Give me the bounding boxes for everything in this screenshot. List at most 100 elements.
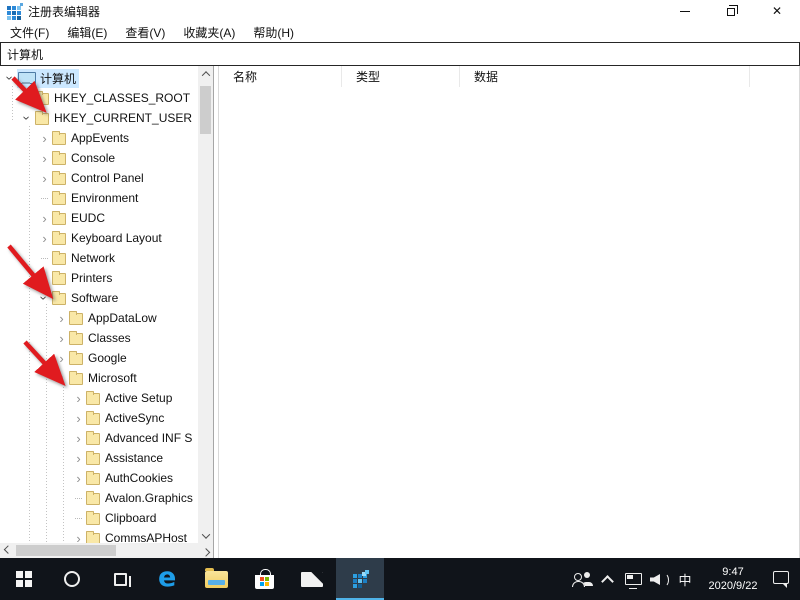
close-button[interactable]: ✕	[754, 0, 800, 22]
tree-item-row-avalon-graphics[interactable]: Avalon.Graphics	[85, 490, 196, 506]
tree-item-row-authcookies[interactable]: AuthCookies	[85, 470, 176, 486]
tree-vertical-scrollbar[interactable]	[198, 66, 213, 543]
tree-item-hkey-current-user[interactable]: HKEY_CURRENT_USER	[0, 108, 198, 128]
scroll-up-button[interactable]	[198, 66, 213, 81]
menu-item-view[interactable]: 查看(V)	[116, 22, 174, 43]
tree-item-active-setup[interactable]: Active Setup	[0, 388, 198, 408]
tree-item-classes[interactable]: Classes	[0, 328, 198, 348]
tree-item-appdatalow[interactable]: AppDataLow	[0, 308, 198, 328]
tree-item-console[interactable]: Console	[0, 148, 198, 168]
chevron-right-icon[interactable]	[38, 271, 51, 285]
mail-button[interactable]	[288, 558, 336, 600]
tree-item-row-classes[interactable]: Classes	[68, 330, 134, 346]
tree-item-clipboard[interactable]: Clipboard	[0, 508, 198, 528]
tree-item-activesync[interactable]: ActiveSync	[0, 408, 198, 428]
tree-item-row-computer[interactable]: 计算机	[17, 69, 79, 88]
task-view-button[interactable]	[96, 558, 144, 600]
tree-item-google[interactable]: Google	[0, 348, 198, 368]
file-explorer-button[interactable]	[192, 558, 240, 600]
chevron-right-icon[interactable]	[72, 451, 85, 465]
chevron-down-icon[interactable]	[4, 72, 18, 85]
chevron-right-icon[interactable]	[72, 431, 85, 445]
chevron-right-icon[interactable]	[55, 351, 68, 365]
chevron-right-icon[interactable]	[38, 211, 51, 225]
chevron-right-icon[interactable]	[72, 391, 85, 405]
tree-item-avalon-graphics[interactable]: Avalon.Graphics	[0, 488, 198, 508]
microsoft-store-button[interactable]	[240, 558, 288, 600]
chevron-right-icon[interactable]	[55, 331, 68, 345]
people-button[interactable]	[568, 558, 594, 600]
chevron-right-icon[interactable]	[38, 151, 51, 165]
tree-item-row-microsoft[interactable]: Microsoft	[68, 370, 140, 386]
chevron-right-icon[interactable]	[72, 471, 85, 485]
tree-item-row-appevents[interactable]: AppEvents	[51, 130, 132, 146]
tree-item-row-keyboard-layout[interactable]: Keyboard Layout	[51, 230, 165, 246]
scroll-down-button[interactable]	[198, 528, 213, 543]
chevron-right-icon[interactable]	[72, 531, 85, 543]
action-center-button[interactable]	[768, 558, 794, 600]
tree-item-row-appdatalow[interactable]: AppDataLow	[68, 310, 160, 326]
tree-item-row-software[interactable]: Software	[51, 290, 121, 306]
chevron-right-icon[interactable]	[55, 311, 68, 325]
chevron-right-icon[interactable]	[38, 231, 51, 245]
tree-item-advanced-inf-s[interactable]: Advanced INF S	[0, 428, 198, 448]
address-bar[interactable]: 计算机	[0, 42, 800, 66]
title-bar[interactable]: 注册表编辑器 ✕	[0, 0, 800, 22]
cortana-search-button[interactable]	[48, 558, 96, 600]
tree-item-row-active-setup[interactable]: Active Setup	[85, 390, 175, 406]
chevron-down-icon[interactable]	[21, 112, 35, 125]
column-header-name[interactable]: 名称	[219, 66, 342, 87]
tree-item-microsoft[interactable]: Microsoft	[0, 368, 198, 388]
chevron-right-icon[interactable]	[72, 411, 85, 425]
horizontal-scroll-thumb[interactable]	[16, 545, 116, 556]
start-button[interactable]	[0, 558, 48, 600]
chevron-down-icon[interactable]	[38, 292, 52, 305]
volume-button[interactable]	[646, 558, 672, 600]
tree-item-row-advanced-inf-s[interactable]: Advanced INF S	[85, 430, 195, 446]
menu-item-help[interactable]: 帮助(H)	[244, 22, 303, 43]
chevron-right-icon[interactable]	[38, 131, 51, 145]
clock[interactable]: 9:472020/9/22	[698, 558, 768, 600]
tree-item-eudc[interactable]: EUDC	[0, 208, 198, 228]
tree-item-row-assistance[interactable]: Assistance	[85, 450, 166, 466]
ime-mode[interactable]: 中	[672, 558, 698, 600]
column-header-type[interactable]: 类型	[342, 66, 460, 87]
tree-item-row-activesync[interactable]: ActiveSync	[85, 410, 167, 426]
tree-item-printers[interactable]: Printers	[0, 268, 198, 288]
scroll-right-button[interactable]	[198, 543, 213, 558]
tree-horizontal-scrollbar[interactable]	[0, 543, 213, 558]
menu-item-favorites[interactable]: 收藏夹(A)	[174, 22, 244, 43]
minimize-button[interactable]	[662, 0, 708, 22]
tree-item-row-network[interactable]: Network	[51, 250, 118, 266]
scroll-left-button[interactable]	[0, 543, 15, 558]
tree-item-row-hkey-current-user[interactable]: HKEY_CURRENT_USER	[34, 110, 195, 126]
tree-item-assistance[interactable]: Assistance	[0, 448, 198, 468]
tree-item-row-eudc[interactable]: EUDC	[51, 210, 108, 226]
tree-item-row-clipboard[interactable]: Clipboard	[85, 510, 159, 526]
tree-item-appevents[interactable]: AppEvents	[0, 128, 198, 148]
network-button[interactable]	[620, 558, 646, 600]
tree-item-row-console[interactable]: Console	[51, 150, 118, 166]
menu-item-file[interactable]: 文件(F)	[1, 22, 58, 43]
menu-item-edit[interactable]: 编辑(E)	[58, 22, 116, 43]
tree-item-commsaphost[interactable]: CommsAPHost	[0, 528, 198, 543]
tree-item-environment[interactable]: Environment	[0, 188, 198, 208]
tree-item-row-printers[interactable]: Printers	[51, 270, 115, 286]
tree-item-network[interactable]: Network	[0, 248, 198, 268]
tree-item-keyboard-layout[interactable]: Keyboard Layout	[0, 228, 198, 248]
tree-item-control-panel[interactable]: Control Panel	[0, 168, 198, 188]
tree-item-row-google[interactable]: Google	[68, 350, 130, 366]
tree-item-hkey-classes-root[interactable]: HKEY_CLASSES_ROOT	[0, 88, 198, 108]
tree-item-row-environment[interactable]: Environment	[51, 190, 141, 206]
chevron-down-icon[interactable]	[55, 372, 69, 385]
chevron-right-icon[interactable]	[21, 91, 34, 105]
registry-editor-button[interactable]	[336, 558, 384, 600]
tree-item-row-commsaphost[interactable]: CommsAPHost	[85, 530, 190, 543]
hidden-icons-button[interactable]	[594, 558, 620, 600]
chevron-right-icon[interactable]	[38, 171, 51, 185]
tree-item-authcookies[interactable]: AuthCookies	[0, 468, 198, 488]
tree-item-row-control-panel[interactable]: Control Panel	[51, 170, 147, 186]
restore-button[interactable]	[708, 0, 754, 22]
tree-item-row-hkey-classes-root[interactable]: HKEY_CLASSES_ROOT	[34, 90, 193, 106]
vertical-scroll-thumb[interactable]	[200, 86, 211, 134]
